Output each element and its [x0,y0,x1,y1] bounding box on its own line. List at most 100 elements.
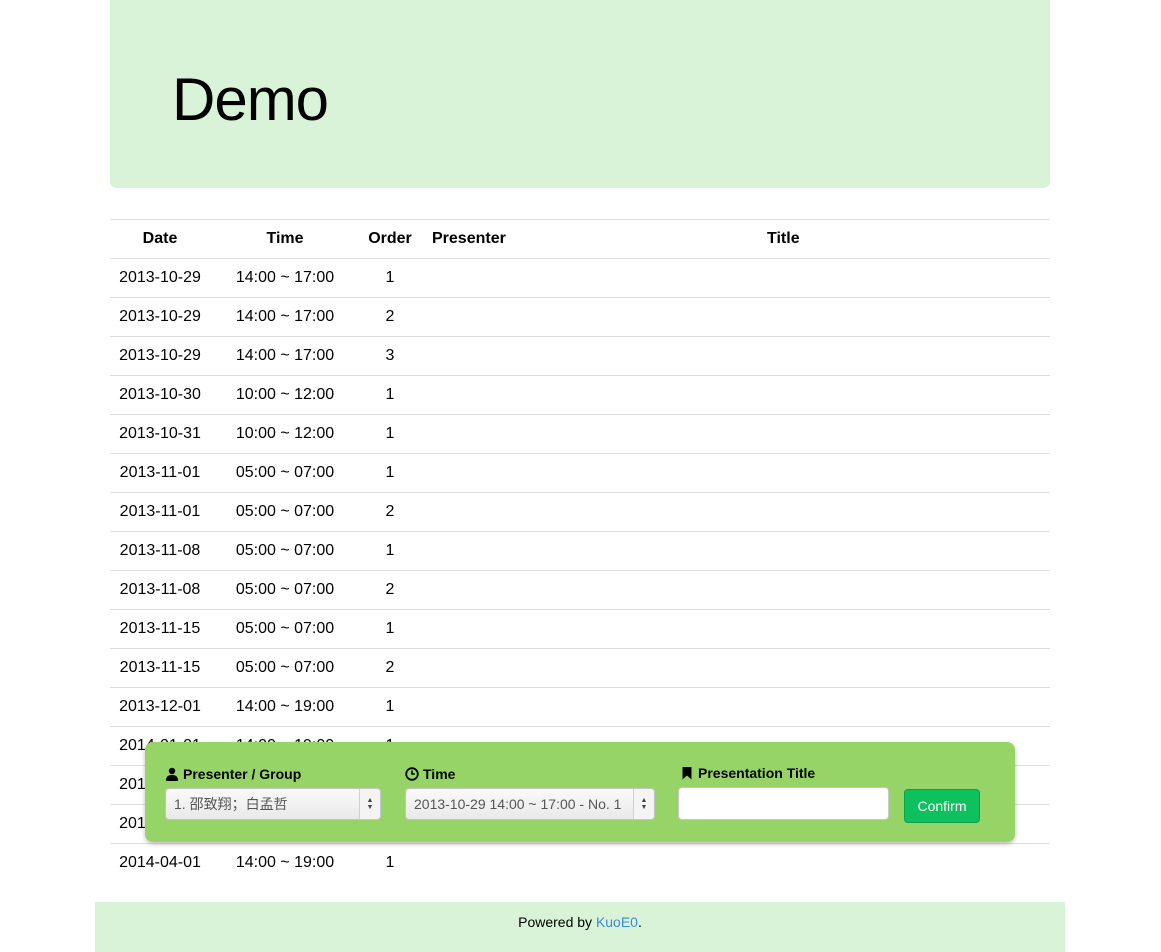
cell-date: 2013-10-29 [110,297,210,337]
cell-order: 2 [360,297,420,337]
cell-date: 2013-11-08 [110,531,210,571]
footer: Powered by KuoE0. [95,902,1065,952]
cell-presenter [420,492,562,532]
cell-time: 14:00 ~ 17:00 [210,258,360,298]
cell-date: 2013-10-31 [110,414,210,454]
table-row: 2013-11-08 05:00 ~ 07:00 2 [110,570,1050,610]
cell-title [562,258,1050,298]
cell-title [562,336,1050,376]
cell-title [562,531,1050,571]
column-header-order: Order [360,219,420,259]
cell-title [562,492,1050,532]
cell-order: 1 [360,843,420,882]
cell-date: 2013-10-30 [110,375,210,415]
table-row: 2013-11-01 05:00 ~ 07:00 2 [110,492,1050,532]
cell-time: 05:00 ~ 07:00 [210,453,360,493]
select-arrows-icon: ▲ ▼ [633,789,654,819]
table-row: 2013-12-01 14:00 ~ 19:00 1 [110,687,1050,727]
cell-title [562,843,1050,882]
cell-time: 05:00 ~ 07:00 [210,648,360,688]
cell-order: 1 [360,687,420,727]
cell-presenter [420,570,562,610]
table-row: 2014-04-01 14:00 ~ 19:00 1 [110,843,1050,882]
footer-author-link[interactable]: KuoE0 [596,914,638,930]
cell-time: 10:00 ~ 12:00 [210,375,360,415]
cell-time: 05:00 ~ 07:00 [210,531,360,571]
cell-time: 05:00 ~ 07:00 [210,570,360,610]
cell-date: 2013-11-01 [110,453,210,493]
confirm-button[interactable]: Confirm [904,789,980,823]
header-banner: Demo [110,0,1050,188]
cell-time: 10:00 ~ 12:00 [210,414,360,454]
cell-order: 1 [360,414,420,454]
bookmark-icon [682,767,692,780]
cell-order: 2 [360,648,420,688]
cell-presenter [420,531,562,571]
presenter-select[interactable]: 1. 邵致翔；白孟哲 ▲ ▼ [165,788,381,820]
time-select-value: 2013-10-29 14:00 ~ 17:00 - No. 1 [414,796,622,812]
table-row: 2013-10-29 14:00 ~ 17:00 1 [110,258,1050,298]
cell-order: 2 [360,492,420,532]
cell-title [562,297,1050,337]
presentation-title-input[interactable] [678,787,889,820]
cell-order: 3 [360,336,420,376]
clock-icon [405,767,419,781]
table-row: 2013-11-08 05:00 ~ 07:00 1 [110,531,1050,571]
column-header-presenter: Presenter [420,219,562,259]
cell-title [562,414,1050,454]
table-row: 2013-10-31 10:00 ~ 12:00 1 [110,414,1050,454]
table-header-row: Date Time Order Presenter Title [110,219,1050,259]
cell-presenter [420,453,562,493]
cell-time: 14:00 ~ 19:00 [210,843,360,882]
cell-order: 1 [360,375,420,415]
cell-presenter [420,648,562,688]
cell-date: 2013-11-01 [110,492,210,532]
cell-title [562,609,1050,649]
time-select[interactable]: 2013-10-29 14:00 ~ 17:00 - No. 1 ▲ ▼ [405,788,655,820]
cell-time: 05:00 ~ 07:00 [210,492,360,532]
cell-date: 2013-12-01 [110,687,210,727]
table-row: 2013-10-29 14:00 ~ 17:00 3 [110,336,1050,376]
cell-date: 2013-11-15 [110,648,210,688]
cell-time: 14:00 ~ 17:00 [210,336,360,376]
column-header-time: Time [210,219,360,259]
cell-presenter [420,843,562,882]
cell-presenter [420,375,562,415]
footer-prefix: Powered by [518,914,596,930]
page-title: Demo [172,66,329,133]
table-row: 2013-11-15 05:00 ~ 07:00 1 [110,609,1050,649]
time-label-text: Time [423,766,456,782]
cell-title [562,648,1050,688]
title-label: Presentation Title [680,765,815,781]
column-header-date: Date [110,219,210,259]
table-row: 2013-11-15 05:00 ~ 07:00 2 [110,648,1050,688]
cell-title [562,375,1050,415]
cell-presenter [420,414,562,454]
select-arrows-icon: ▲ ▼ [359,789,380,819]
cell-presenter [420,609,562,649]
cell-presenter [420,258,562,298]
time-label: Time [405,766,455,782]
cell-presenter [420,297,562,337]
presenter-label-text: Presenter / Group [183,766,302,782]
user-icon [166,767,178,781]
cell-order: 2 [360,570,420,610]
cell-order: 1 [360,453,420,493]
cell-title [562,687,1050,727]
cell-date: 2013-10-29 [110,336,210,376]
presenter-select-value: 1. 邵致翔；白孟哲 [174,796,288,812]
cell-time: 05:00 ~ 07:00 [210,609,360,649]
cell-title [562,453,1050,493]
cell-date: 2013-11-08 [110,570,210,610]
presenter-label: Presenter / Group [165,766,301,782]
table-row: 2013-10-30 10:00 ~ 12:00 1 [110,375,1050,415]
column-header-title: Title [562,219,1050,259]
cell-title [562,570,1050,610]
cell-time: 14:00 ~ 17:00 [210,297,360,337]
table-row: 2013-10-29 14:00 ~ 17:00 2 [110,297,1050,337]
cell-order: 1 [360,531,420,571]
presentation-form: Presenter / Group 1. 邵致翔；白孟哲 ▲ ▼ Time 201… [145,742,1015,842]
footer-suffix: . [637,914,642,930]
cell-date: 2013-11-15 [110,609,210,649]
cell-order: 1 [360,609,420,649]
